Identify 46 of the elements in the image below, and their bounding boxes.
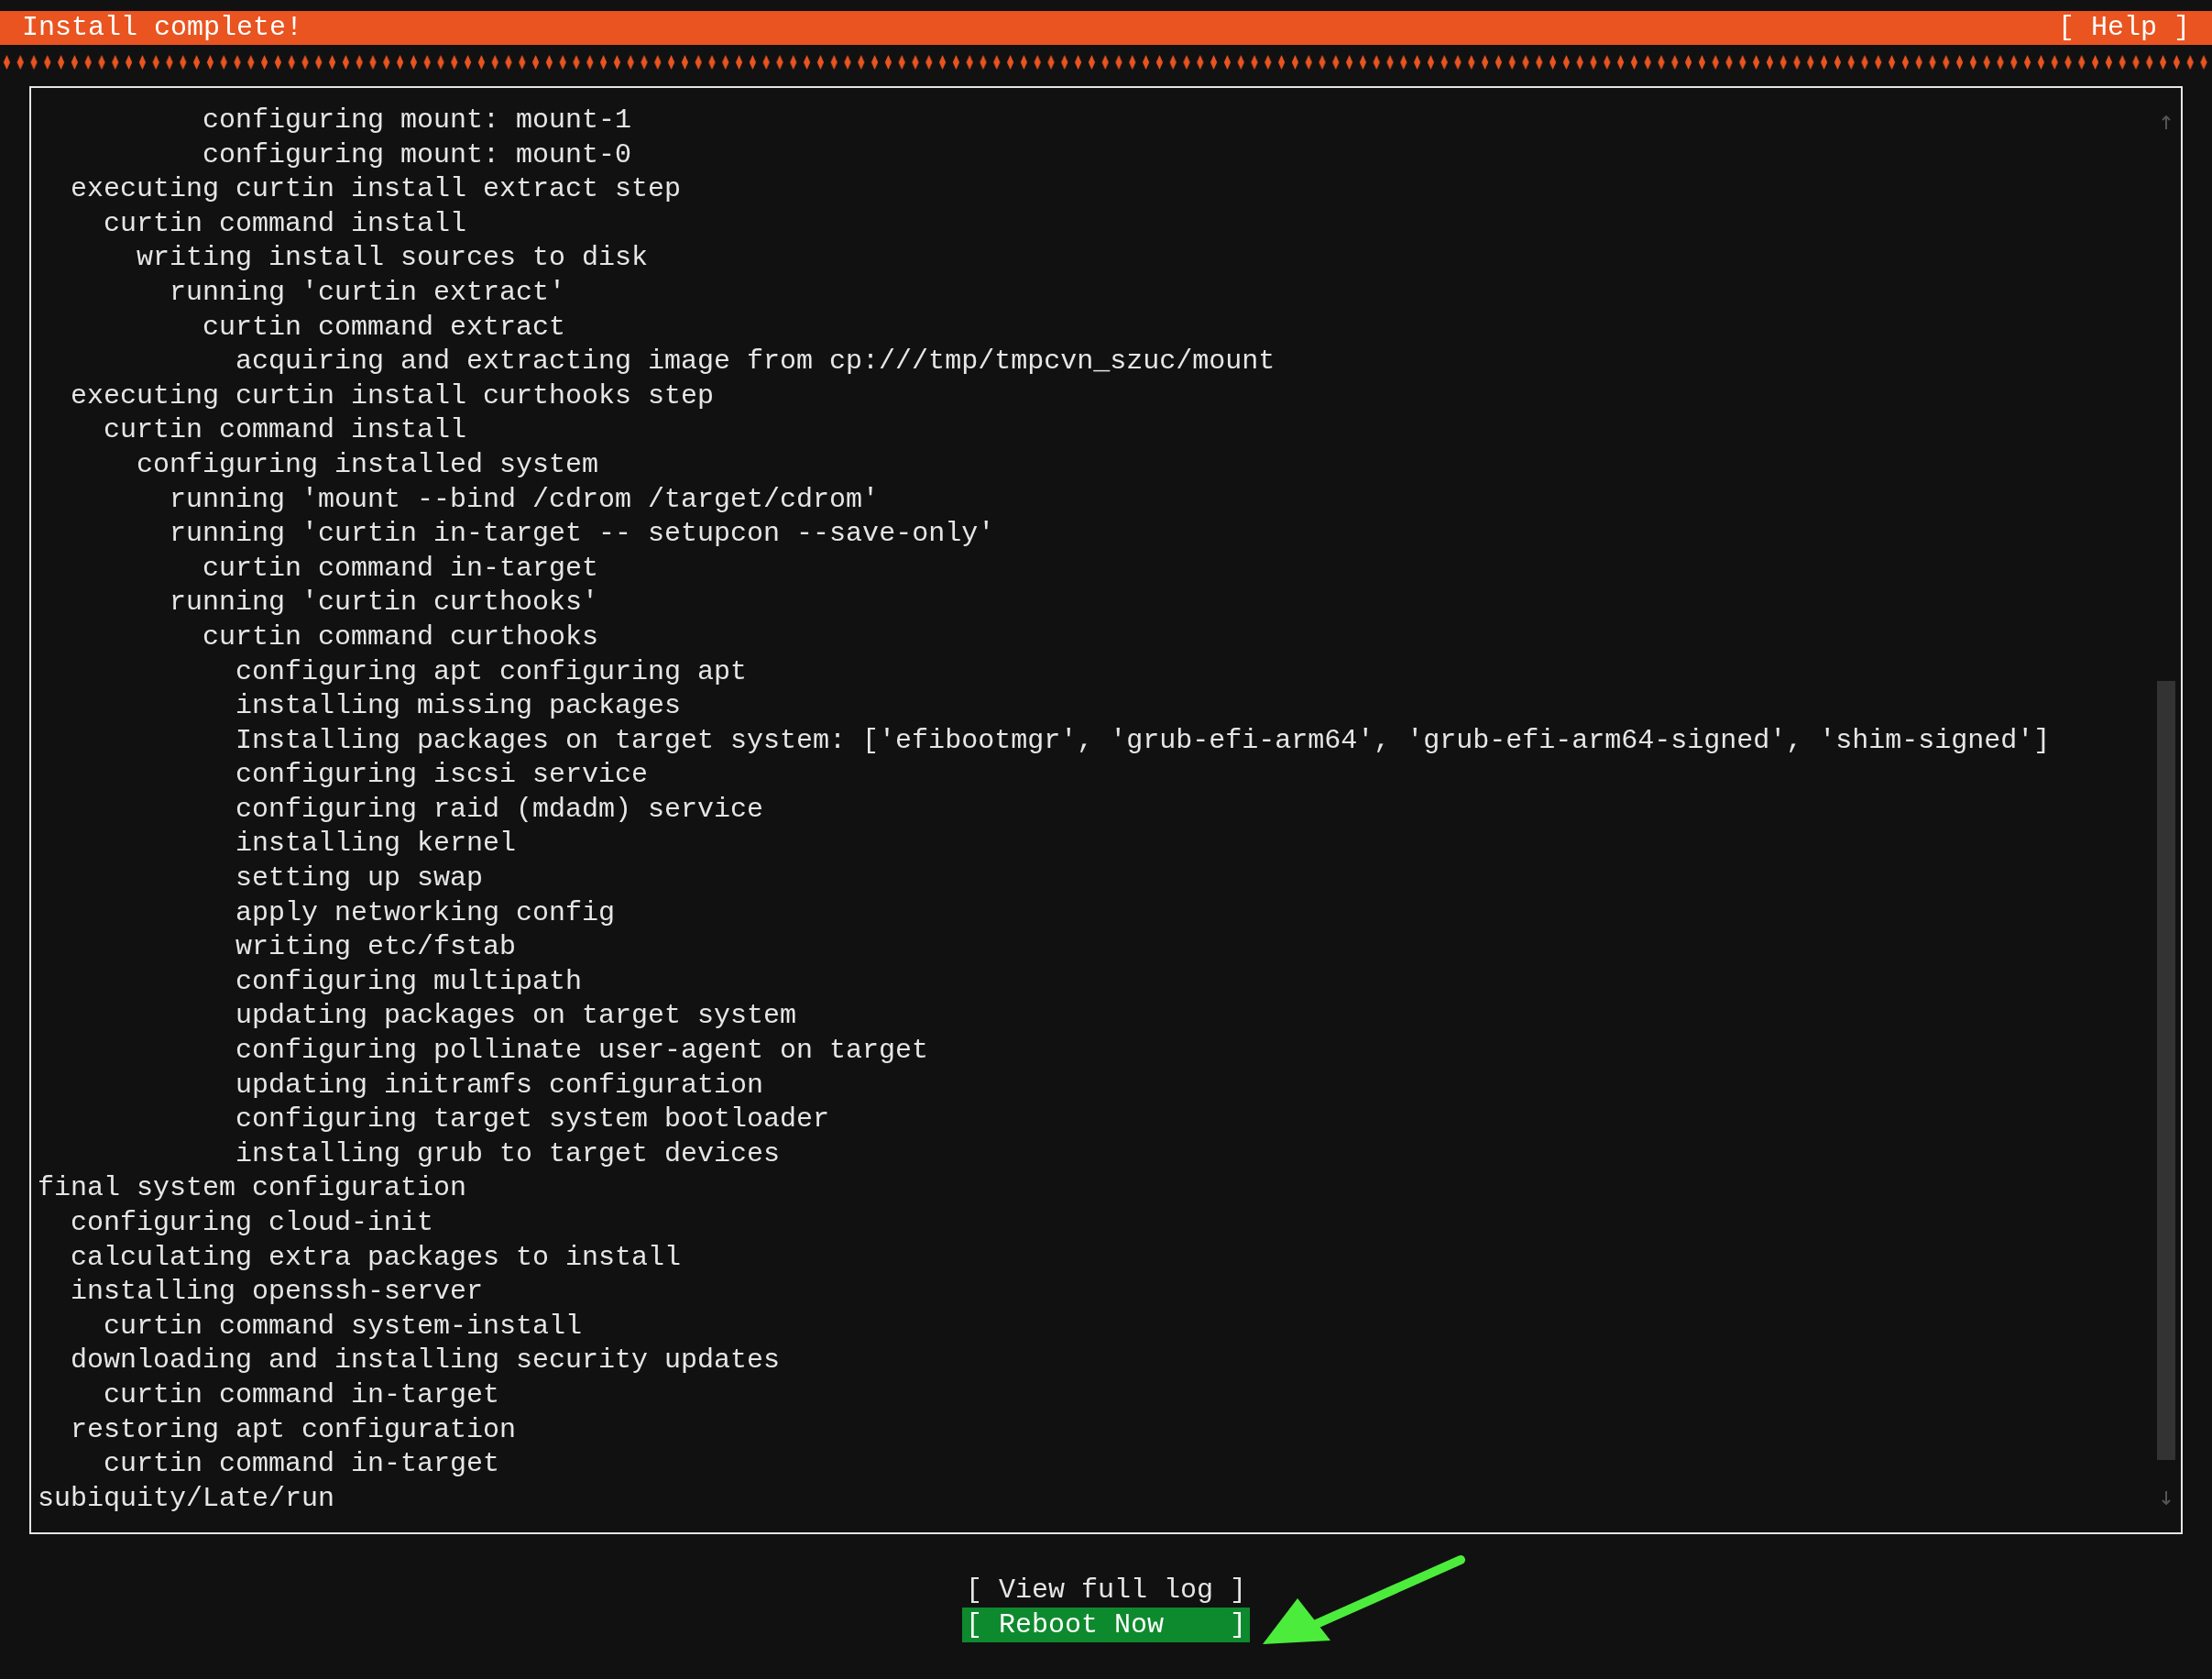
log-line: installing kernel	[235, 827, 517, 861]
menu-button[interactable]: [ View full log ]	[961, 1573, 1251, 1608]
log-line: updating initramfs configuration	[235, 1068, 764, 1103]
log-line: curtin command extract	[203, 310, 566, 345]
log-line: curtin command in-target	[203, 551, 599, 586]
log-line: calculating extra packages to install	[71, 1240, 682, 1275]
log-line: apply networking config	[235, 895, 616, 930]
log-line: updating packages on target system	[235, 999, 797, 1034]
log-line: executing curtin install curthooks step	[71, 379, 715, 413]
scroll-thumb[interactable]	[2157, 681, 2175, 1460]
log-line: running 'curtin in-target -- setupcon --save-only'	[170, 517, 995, 552]
log-line: writing etc/fstab	[235, 930, 517, 965]
log-line: curtin command curthooks	[203, 620, 599, 654]
log-line: Installing packages on target system: ['efibootmgr', 'grub-efi-arm64', 'grub-efi-arm64-signed', 'shim-signed']	[235, 723, 2051, 758]
log-line: installing missing packages	[235, 689, 682, 724]
log-line: running 'mount --bind /cdrom /target/cdrom'	[170, 482, 880, 517]
log-line: configuring apt configuring apt	[235, 654, 748, 689]
log-line: configuring raid (mdadm) service	[235, 792, 764, 827]
log-line: running 'curtin extract'	[170, 275, 566, 310]
log-line: restoring apt configuration	[71, 1412, 517, 1447]
log-line: configuring iscsi service	[235, 758, 649, 793]
log-line: curtin command system-install	[104, 1309, 583, 1344]
log-line: configuring installed system	[137, 447, 599, 482]
log-line: curtin command install	[104, 206, 467, 241]
screen-title: Install complete!	[22, 10, 303, 45]
log-line: configuring cloud-init	[71, 1206, 434, 1240]
log-line: configuring mount: mount-0	[203, 137, 632, 172]
log-line: configuring mount: mount-1	[203, 104, 632, 137]
log-line: configuring target system bootloader	[235, 1103, 830, 1137]
log-line: configuring multipath	[235, 964, 583, 999]
log-line: downloading and installing security updates	[71, 1344, 781, 1378]
log-line: subiquity/Late/run	[38, 1481, 335, 1516]
log-line: configuring pollinate user-agent on target	[235, 1034, 929, 1069]
log-line: running 'curtin curthooks'	[170, 586, 599, 620]
log-line: acquiring and extracting image from cp:///tmp/tmpcvn_szuc/mount	[235, 345, 1276, 379]
log-line: curtin command in-target	[104, 1377, 500, 1412]
help-button[interactable]: [ Help ]	[2057, 10, 2190, 46]
log-line: installing openssh-server	[71, 1275, 484, 1310]
log-line: executing curtin install extract step	[71, 172, 682, 207]
log-line: final system configuration	[38, 1171, 467, 1206]
log-line: installing grub to target devices	[235, 1136, 781, 1171]
log-line: setting up swap	[235, 861, 484, 896]
log-line: curtin command in-target	[104, 1447, 500, 1482]
menu-button[interactable]: [ Reboot Now ]	[961, 1608, 1251, 1642]
log-line: curtin command install	[104, 413, 467, 448]
log-line: writing install sources to disk	[137, 241, 649, 276]
